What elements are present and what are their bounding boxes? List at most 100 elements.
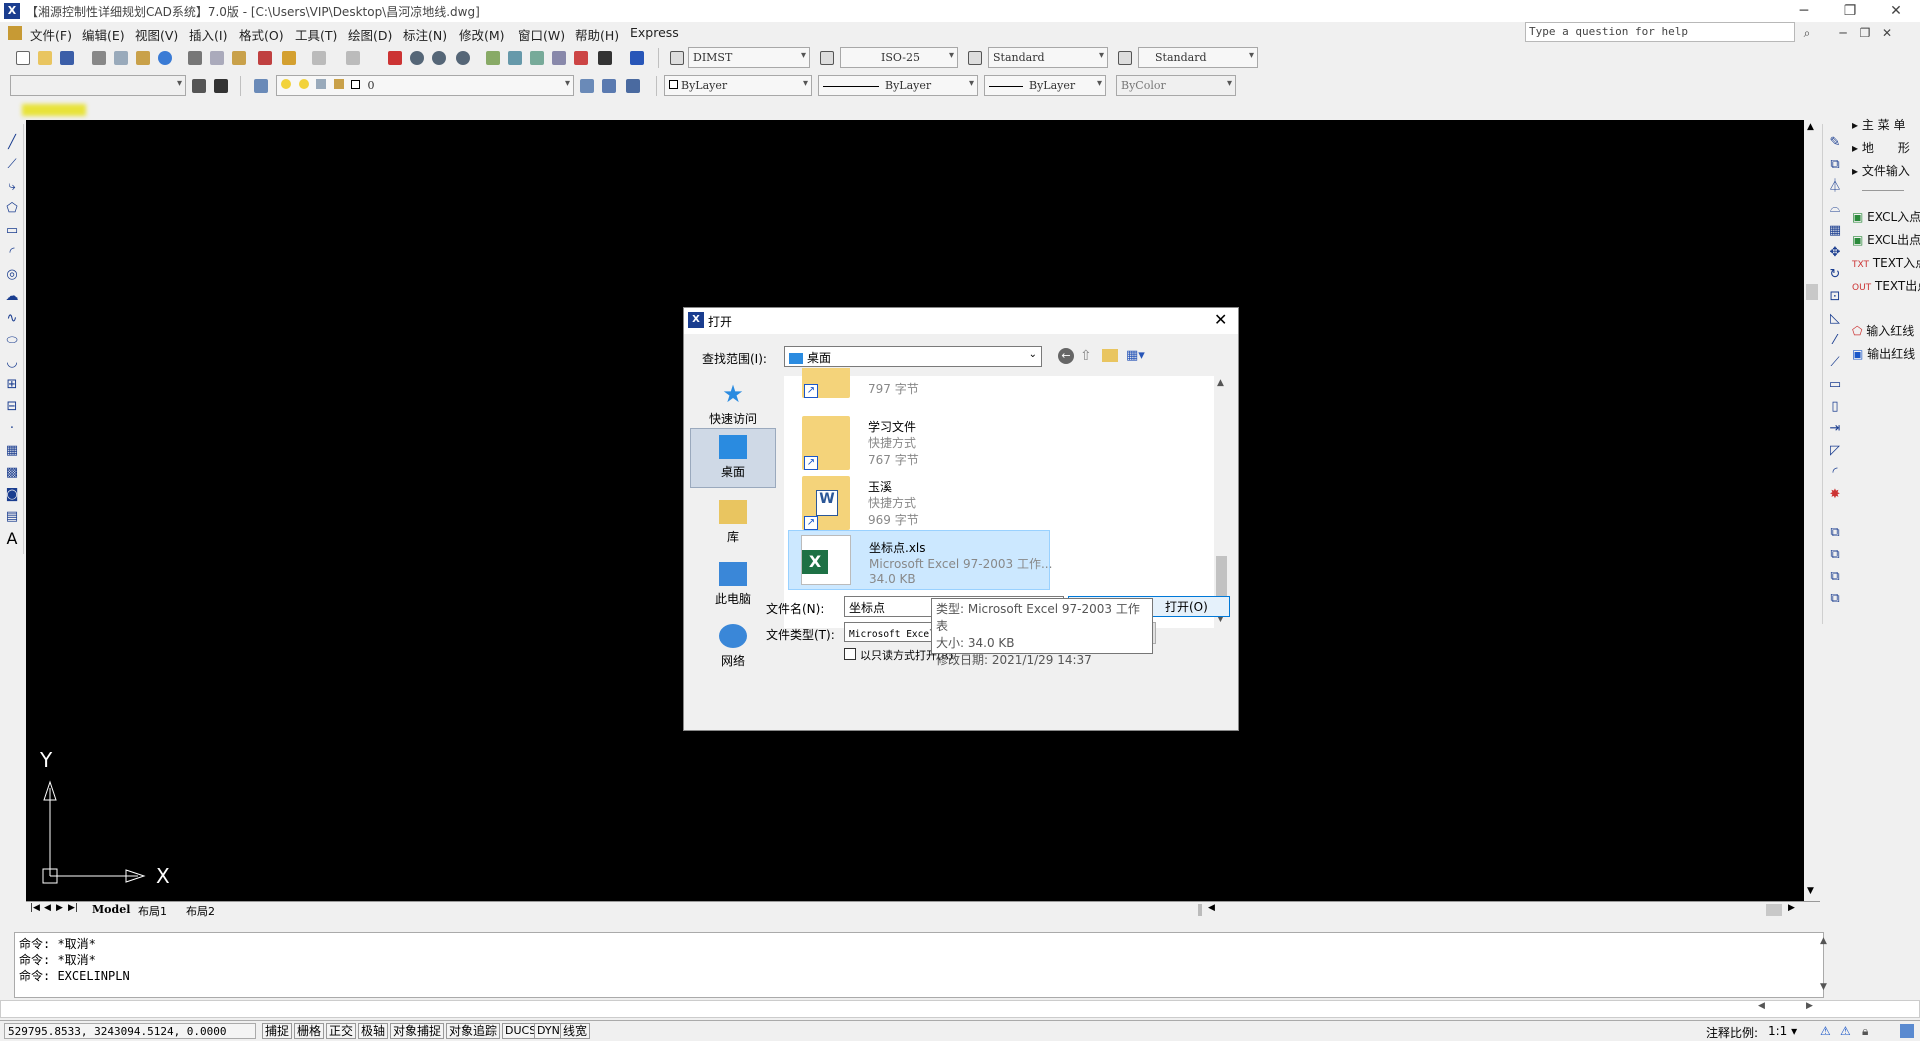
restore-icon[interactable]: ❐ [1828, 0, 1872, 22]
annotation-scale-value[interactable]: 1:1 ▾ [1768, 1024, 1797, 1038]
readonly-checkbox[interactable] [844, 648, 856, 660]
toggle-grid[interactable]: 栅格 [294, 1023, 325, 1039]
mdi-close-icon[interactable]: ✕ [1878, 24, 1896, 42]
table-style-select[interactable]: Standard ▾ [988, 47, 1108, 68]
layer-manager-icon[interactable] [252, 77, 270, 95]
tab-model[interactable]: Model [92, 903, 130, 916]
new-file-icon[interactable] [14, 49, 32, 67]
join-icon[interactable]: ⇥ [1826, 420, 1844, 438]
draworder-above-icon[interactable]: ⧉ [1826, 568, 1844, 586]
draworder-back-icon[interactable]: ⧉ [1826, 546, 1844, 564]
customize-icon[interactable] [212, 77, 230, 95]
redo-icon[interactable] [344, 49, 362, 67]
construction-line-icon[interactable]: ⟋ [3, 156, 21, 174]
gradient-icon[interactable]: ▩ [3, 464, 21, 482]
toggle-osnap[interactable]: 对象捕捉 [390, 1023, 445, 1039]
web-icon[interactable] [156, 49, 174, 67]
panel-output-red-line[interactable]: ▣ 输出红线 [1852, 345, 1915, 362]
place-library[interactable]: 库 [690, 494, 776, 554]
help-icon[interactable] [628, 49, 646, 67]
layer-previous-icon[interactable] [600, 77, 618, 95]
file-list-scrollbar[interactable]: ▲ ▼ [1214, 376, 1229, 628]
menu-edit[interactable]: 编辑(E) [82, 25, 125, 44]
auto-scale-icon[interactable]: ⚠ [1840, 1024, 1851, 1038]
panel-file-input[interactable]: ▸ 文件输入 [1852, 162, 1910, 179]
layer-select[interactable]: 0 ▾ [276, 75, 574, 96]
panel-text-input-points[interactable]: TXT TEXT入点 [1852, 254, 1920, 271]
circle-icon[interactable]: ◎ [3, 266, 21, 284]
make-block-icon[interactable]: ⊟ [3, 398, 21, 416]
properties-icon[interactable] [484, 49, 502, 67]
cmd-hscroll-left-icon[interactable]: ◀ [1758, 1001, 1765, 1011]
tool-palettes-icon[interactable] [528, 49, 546, 67]
hscroll-thumb[interactable] [1766, 904, 1782, 916]
place-this-pc[interactable]: 此电脑 [690, 556, 776, 616]
toggle-lineweight[interactable]: 线宽 [560, 1023, 591, 1039]
make-current-layer-icon[interactable] [578, 77, 596, 95]
polyline-icon[interactable]: ⤷ [3, 178, 21, 196]
menu-window[interactable]: 窗口(W) [518, 25, 565, 44]
panel-excel-output-points[interactable]: ▣ EXCL出点 [1852, 231, 1920, 248]
clean-screen-icon[interactable] [1900, 1024, 1914, 1038]
multiline-text-icon[interactable]: A [3, 530, 21, 548]
draworder-under-icon[interactable]: ⧉ [1826, 590, 1844, 608]
dimension-style-icon[interactable] [818, 49, 836, 67]
rectangle-icon[interactable]: ▭ [3, 222, 21, 240]
coordinate-readout[interactable]: 529795.8533, 3243094.5124, 0.0000 [4, 1023, 256, 1039]
toggle-snap[interactable]: 捕捉 [262, 1023, 293, 1039]
close-icon[interactable]: ✕ [1874, 0, 1918, 22]
ellipse-arc-icon[interactable]: ◡ [3, 354, 21, 372]
mirror-icon[interactable]: ⏃ [1826, 178, 1844, 196]
match-properties-icon[interactable] [256, 49, 274, 67]
menu-format[interactable]: 格式(O) [239, 25, 284, 44]
zoom-previous-icon[interactable] [454, 49, 472, 67]
design-center-icon[interactable] [506, 49, 524, 67]
menu-draw[interactable]: 绘图(D) [348, 25, 392, 44]
draworder-front-icon[interactable]: ⧉ [1826, 524, 1844, 542]
scroll-up-icon[interactable]: ▲ [1807, 122, 1814, 132]
zoom-realtime-icon[interactable] [408, 49, 426, 67]
extend-icon[interactable]: ⟋ [1826, 354, 1844, 372]
annotation-visibility-icon[interactable]: ⚠ [1820, 1024, 1831, 1038]
linetype-select[interactable]: ByLayer ▾ [818, 75, 978, 96]
move-icon[interactable]: ✥ [1826, 244, 1844, 262]
offset-icon[interactable]: ⌓ [1826, 200, 1844, 218]
rotate-icon[interactable]: ↻ [1826, 266, 1844, 284]
preview-icon[interactable] [112, 49, 130, 67]
menu-view[interactable]: 视图(V) [135, 25, 178, 44]
scroll-thumb[interactable] [1806, 284, 1818, 300]
menu-modify[interactable]: 修改(M) [459, 25, 505, 44]
zoom-window-icon[interactable] [430, 49, 448, 67]
stretch-icon[interactable]: ◺ [1826, 310, 1844, 328]
region-icon[interactable]: ◙ [3, 486, 21, 504]
scale-icon[interactable]: ⊡ [1826, 288, 1844, 306]
hscroll-splitter[interactable] [1198, 904, 1202, 916]
copy-object-icon[interactable]: ⧉ [1826, 156, 1844, 174]
polygon-icon[interactable]: ⬠ [3, 200, 21, 218]
open-file-icon[interactable] [36, 49, 54, 67]
minimize-icon[interactable]: ─ [1782, 0, 1826, 22]
cmd-hscroll-right-icon[interactable]: ▶ [1806, 1001, 1813, 1011]
toggle-ortho[interactable]: 正交 [326, 1023, 357, 1039]
file-item[interactable]: ↗ 797 字节 [788, 368, 1048, 406]
text-style-select[interactable]: DIMST ▾ [688, 47, 810, 68]
menu-express[interactable]: Express [630, 25, 679, 40]
multileader-style-select[interactable]: Standard ▾ [1138, 47, 1258, 68]
panel-terrain[interactable]: ▸ 地 形 [1852, 139, 1910, 156]
toggle-otrack[interactable]: 对象追踪 [446, 1023, 501, 1039]
menu-tools[interactable]: 工具(T) [295, 25, 337, 44]
panel-input-red-line[interactable]: ⬠ 输入红线 [1852, 322, 1914, 339]
up-folder-icon[interactable]: ⇧ [1080, 348, 1092, 364]
document-icon[interactable] [8, 26, 22, 40]
erase-icon[interactable]: ✎ [1826, 134, 1844, 152]
panel-excel-input-points[interactable]: ▣ EXCL入点 [1852, 208, 1920, 225]
array-icon[interactable]: ▦ [1826, 222, 1844, 240]
file-item-selected[interactable]: X 坐标点.xls Microsoft Excel 97-2003 工作... … [788, 530, 1052, 590]
layer-states-icon[interactable] [624, 77, 642, 95]
file-tab[interactable] [22, 104, 86, 116]
fillet-icon[interactable]: ◜ [1826, 464, 1844, 482]
file-list[interactable]: ↗ 797 字节 ↗ 学习文件 快捷方式 767 字节 W ↗ 玉溪 快捷方式 9… [784, 368, 1229, 628]
publish-icon[interactable] [134, 49, 152, 67]
ellipse-icon[interactable]: ⬭ [3, 332, 21, 350]
view-menu-icon[interactable]: ▦▾ [1126, 348, 1145, 363]
